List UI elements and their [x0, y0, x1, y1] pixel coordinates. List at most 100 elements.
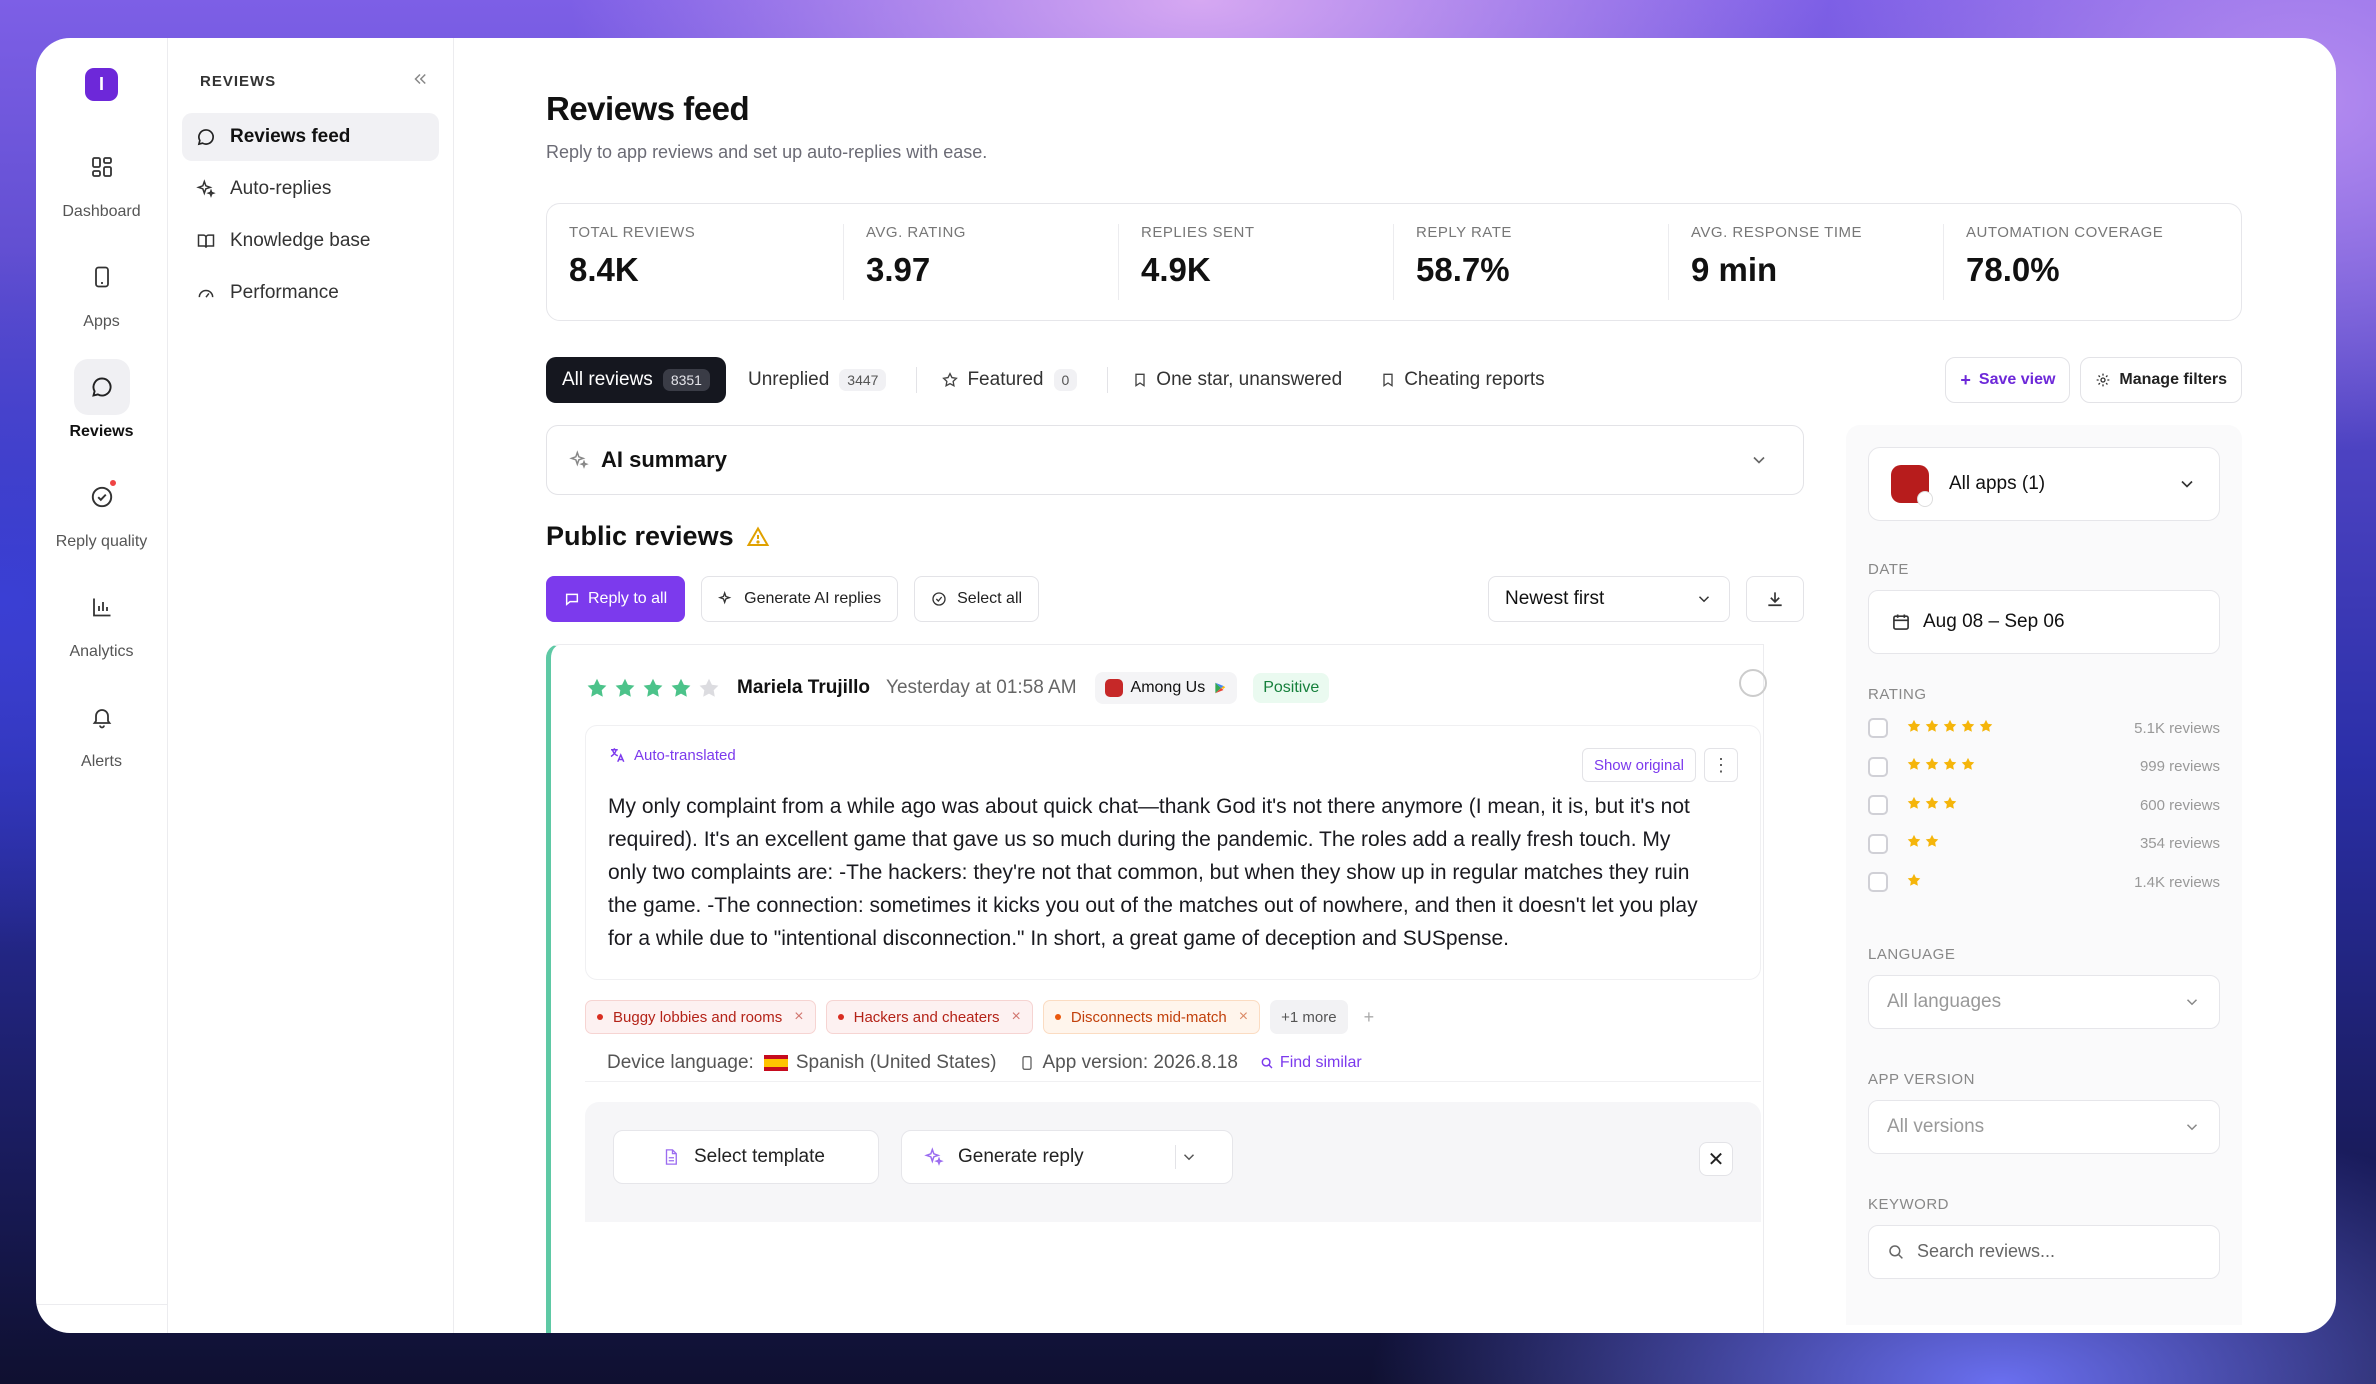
- more-options-button[interactable]: ⋮: [1704, 748, 1738, 782]
- tab-featured[interactable]: Featured 0: [925, 357, 1093, 403]
- version-select[interactable]: All versions: [1868, 1099, 2220, 1154]
- tag-chip[interactable]: Buggy lobbies and rooms ×: [585, 1000, 816, 1034]
- more-tags-chip[interactable]: +1 more: [1270, 1000, 1348, 1034]
- device-language-value: Spanish (United States): [795, 1051, 997, 1073]
- rating-filter-row[interactable]: 600 reviews: [1868, 786, 2220, 825]
- generate-reply-button[interactable]: Generate reply: [901, 1130, 1233, 1184]
- tag-chip[interactable]: Hackers and cheaters ×: [825, 1000, 1033, 1034]
- generate-reply-label: Generate reply: [958, 1146, 1084, 1167]
- tab-actions: + Save view Manage filters: [1945, 357, 2242, 403]
- select-template-button[interactable]: Select template: [613, 1130, 879, 1184]
- ai-summary-panel[interactable]: AI summary: [546, 425, 1804, 495]
- rating-filter-list: 5.1K reviews 999 reviews 600 reviews 354 re…: [1868, 709, 2220, 902]
- rating-stars: [1906, 872, 2134, 893]
- tab-unreplied[interactable]: Unreplied 3447: [732, 357, 902, 403]
- chevron-down-icon[interactable]: [1180, 1148, 1198, 1166]
- sidebar-item-reviews-feed[interactable]: Reviews feed: [182, 113, 439, 161]
- page-title: Reviews feed: [546, 90, 750, 127]
- star-icon: [587, 678, 607, 697]
- collapse-sidebar-icon[interactable]: [411, 70, 429, 93]
- rail-label-alerts: Alerts: [81, 753, 122, 770]
- rating-checkbox[interactable]: [1868, 795, 1888, 816]
- star-icon: [1906, 833, 1922, 854]
- app-chip[interactable]: Among Us: [1094, 672, 1238, 704]
- among-us-app-icon: [1104, 679, 1123, 697]
- rail-item-analytics[interactable]: Analytics: [42, 579, 162, 661]
- reviews-column: AI summary Public reviews Reply to all G…: [546, 425, 1804, 1333]
- keyword-placeholder: Search reviews...: [1917, 1241, 2056, 1261]
- remove-tag-icon[interactable]: ×: [794, 1008, 803, 1026]
- tab-all-reviews[interactable]: All reviews 8351: [546, 357, 726, 403]
- app-window: I Dashboard Apps Reviews Reply quality A…: [36, 38, 2336, 1333]
- rail-item-reviews[interactable]: Reviews: [42, 359, 162, 441]
- download-button[interactable]: [1746, 576, 1804, 622]
- generate-ai-replies-button[interactable]: Generate AI replies: [701, 576, 899, 622]
- review-select-checkbox[interactable]: [1739, 669, 1767, 697]
- language-filter-label: Language: [1868, 945, 1956, 963]
- chevron-down-icon: [2186, 1123, 2198, 1130]
- rating-checkbox[interactable]: [1868, 756, 1888, 777]
- search-icon: [1261, 1057, 1273, 1068]
- bell-icon: [74, 689, 130, 745]
- language-select[interactable]: All languages: [1868, 974, 2220, 1029]
- rail-label-reply-quality: Reply quality: [55, 533, 148, 550]
- star-icon: [1942, 718, 1958, 739]
- sentiment-badge: Positive: [1253, 673, 1330, 703]
- among-us-app-icon: [1891, 465, 1933, 507]
- tab-one-star-unanswered[interactable]: One star, unanswered: [1116, 357, 1358, 403]
- review-rating-stars: [585, 676, 721, 700]
- stat-automation-coverage: Automation coverage 78.0%: [1944, 224, 2234, 300]
- split-divider: [1175, 1145, 1176, 1169]
- sidebar-item-auto-replies[interactable]: Auto-replies: [182, 165, 439, 213]
- stat-avg-rating: Avg. rating 3.97: [844, 224, 1119, 300]
- rail-item-reply-quality[interactable]: Reply quality: [42, 469, 162, 551]
- rail-item-alerts[interactable]: Alerts: [42, 689, 162, 771]
- warning-icon[interactable]: [746, 525, 770, 549]
- app-select[interactable]: All apps (1): [1868, 447, 2220, 521]
- find-similar-link[interactable]: Find similar: [1260, 1054, 1362, 1072]
- rail-item-dashboard[interactable]: Dashboard: [42, 139, 162, 221]
- reply-to-all-button[interactable]: Reply to all: [546, 576, 686, 622]
- sort-select[interactable]: Newest first: [1488, 576, 1730, 622]
- generate-ai-label: Generate AI replies: [744, 590, 882, 607]
- remove-tag-icon[interactable]: ×: [1239, 1008, 1248, 1026]
- tag-chip[interactable]: Disconnects mid-match ×: [1042, 1000, 1261, 1034]
- rating-filter-label: Rating: [1868, 686, 1927, 703]
- save-view-button[interactable]: + Save view: [1945, 357, 2071, 403]
- star-icon: [1960, 756, 1976, 777]
- keyword-filter-label: Keyword: [1868, 1195, 1950, 1213]
- rating-filter-row[interactable]: 5.1K reviews: [1868, 709, 2220, 748]
- rating-stars: [1906, 833, 2140, 854]
- app-logo[interactable]: I: [85, 68, 118, 101]
- rail-item-apps[interactable]: Apps: [42, 249, 162, 331]
- rating-filter-row[interactable]: 1.4K reviews: [1868, 863, 2220, 902]
- version-filter-label: App version: [1868, 1070, 1975, 1088]
- add-tag-button[interactable]: +: [1364, 1007, 1375, 1028]
- rail-label-analytics: Analytics: [69, 643, 134, 660]
- keyword-search-input[interactable]: Search reviews...: [1868, 1224, 2220, 1279]
- remove-tag-icon[interactable]: ×: [1012, 1008, 1021, 1026]
- tab-cheating-reports[interactable]: Cheating reports: [1364, 357, 1560, 403]
- chat-icon: [197, 129, 214, 146]
- rating-stars: [1906, 756, 2140, 777]
- rating-filter-row[interactable]: 999 reviews: [1868, 748, 2220, 787]
- show-original-button[interactable]: Show original: [1581, 748, 1696, 782]
- rating-filter-row[interactable]: 354 reviews: [1868, 825, 2220, 864]
- sidebar-item-performance[interactable]: Performance: [182, 269, 439, 317]
- rating-stars: [1906, 718, 2134, 739]
- rating-checkbox[interactable]: [1868, 833, 1888, 854]
- phone-icon: [74, 249, 130, 305]
- stat-value: 78.0%: [1966, 251, 2060, 288]
- tab-divider: [1107, 367, 1109, 393]
- review-actions: Reply to all Generate AI replies Select …: [546, 576, 1804, 622]
- sort-value: Newest first: [1505, 588, 1605, 609]
- select-all-button[interactable]: Select all: [914, 576, 1040, 622]
- rating-checkbox[interactable]: [1868, 872, 1888, 893]
- date-range-picker[interactable]: Aug 08 – Sep 06: [1868, 590, 2220, 654]
- close-reply-button[interactable]: ✕: [1699, 1142, 1733, 1176]
- google-play-icon: [1215, 682, 1226, 694]
- sidebar-item-knowledge-base[interactable]: Knowledge base: [182, 217, 439, 265]
- rating-checkbox[interactable]: [1868, 718, 1888, 739]
- star-outline-icon: [942, 372, 959, 387]
- manage-filters-button[interactable]: Manage filters: [2080, 357, 2242, 403]
